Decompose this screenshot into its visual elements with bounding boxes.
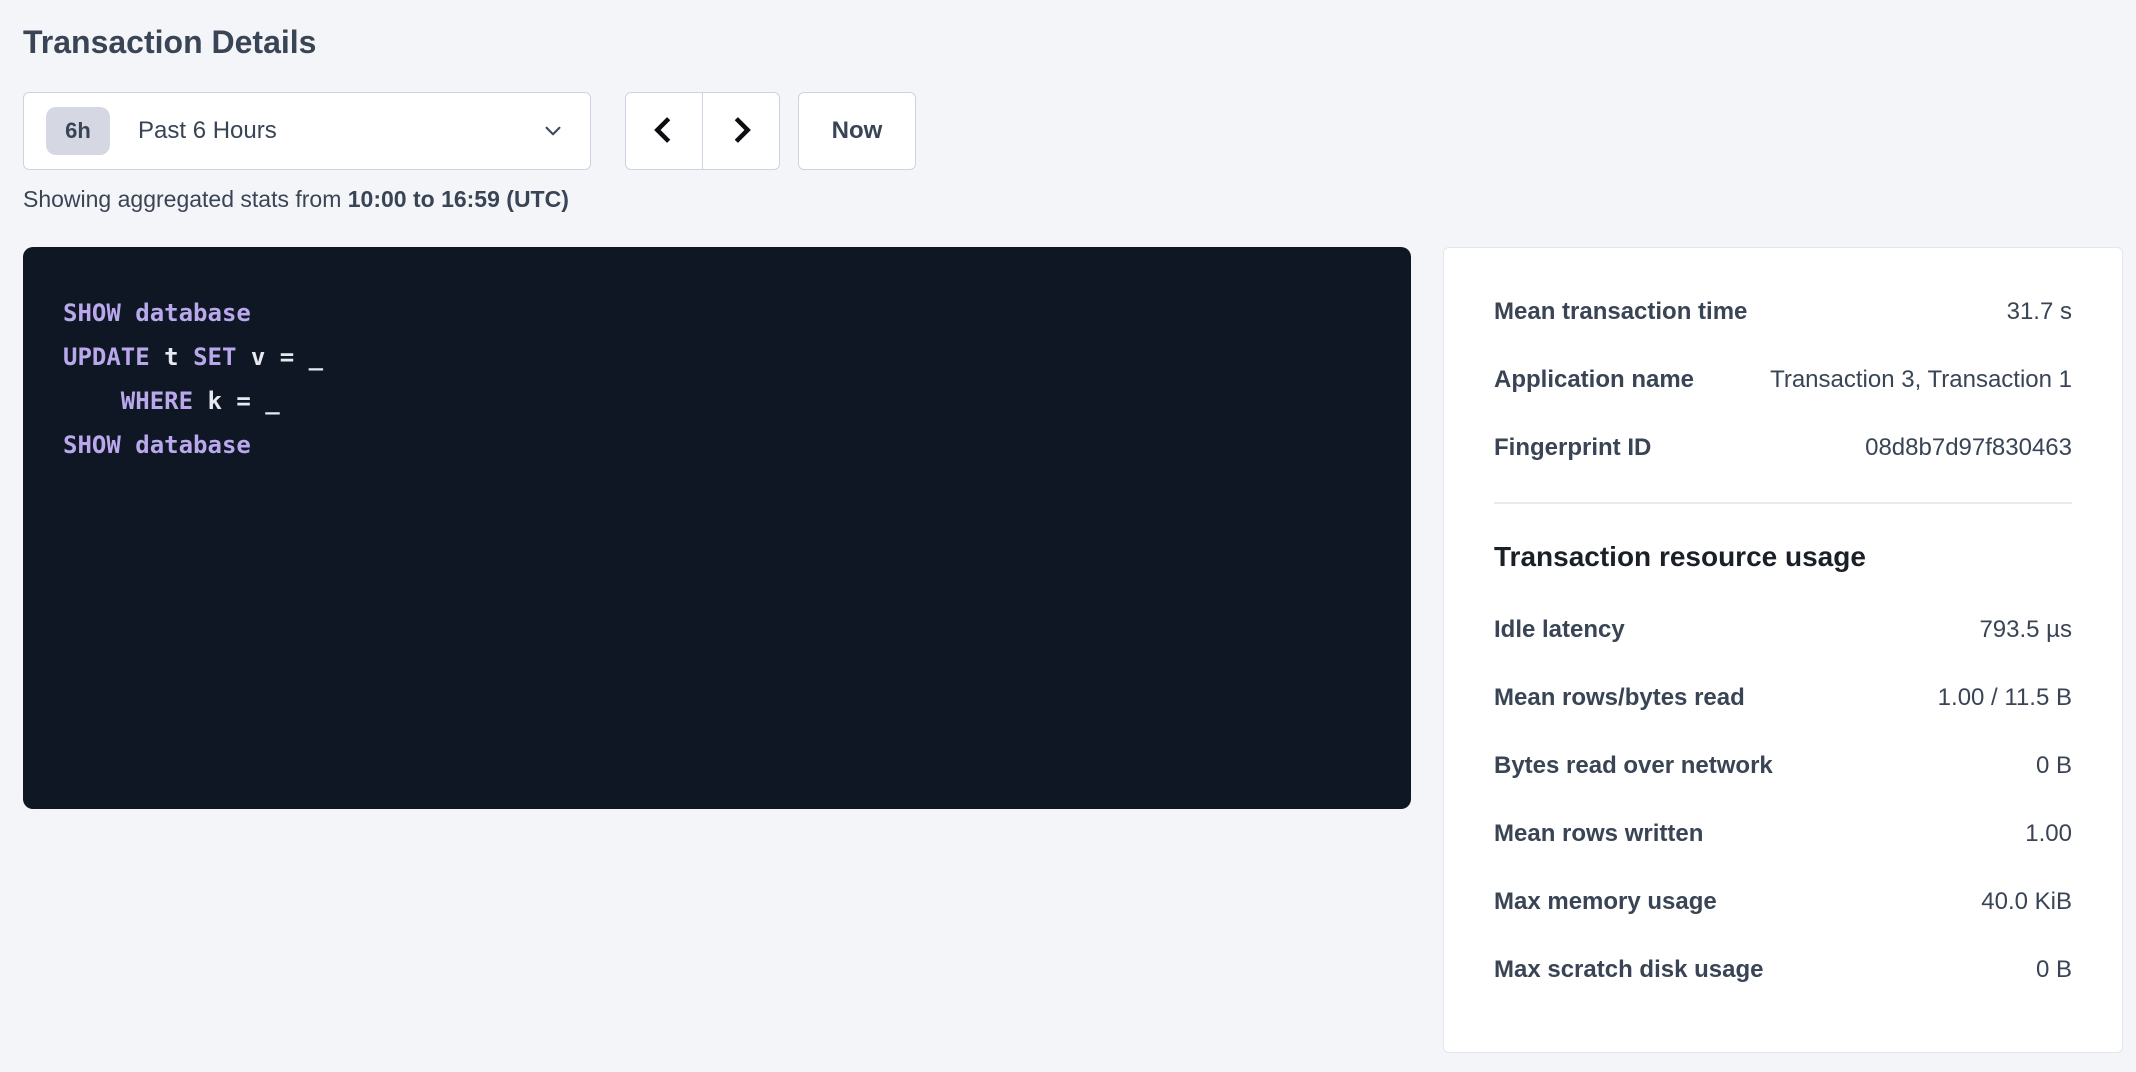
sql-code: SHOW databaseUPDATE t SET v = _ WHERE k … — [23, 247, 1411, 809]
stat-value: Transaction 3, Transaction 1 — [1770, 366, 2072, 394]
stat-label: Idle latency — [1494, 616, 1645, 644]
sql-line: SHOW database — [63, 423, 1371, 467]
time-range-label: Past 6 Hours — [138, 117, 277, 145]
stat-value: 1.00 / 11.5 B — [1938, 684, 2072, 712]
sql-keyword: WHERE — [121, 387, 193, 415]
sql-keyword: UPDATE — [63, 343, 150, 371]
stat-row: Mean transaction time 31.7 s — [1494, 298, 2072, 326]
stat-row: Bytes read over network 0 B — [1494, 752, 2072, 780]
stat-label: Mean rows/bytes read — [1494, 684, 1765, 712]
sql-keyword: SHOW — [63, 299, 121, 327]
chevron-left-icon — [648, 113, 680, 150]
stat-label: Bytes read over network — [1494, 752, 1793, 780]
resource-stats-section: Idle latency 793.5 µs Mean rows/bytes read… — [1494, 616, 2072, 984]
sql-line: WHERE k = _ — [63, 379, 1371, 423]
time-window-pager — [625, 92, 780, 170]
stat-label: Max scratch disk usage — [1494, 956, 1783, 984]
stat-row: Fingerprint ID 08d8b7d97f830463 — [1494, 434, 2072, 462]
sql-keyword: database — [135, 299, 251, 327]
time-range-badge: 6h — [46, 107, 110, 155]
stat-value: 1.00 — [2025, 820, 2072, 848]
stat-value: 40.0 KiB — [1981, 888, 2072, 916]
sql-text: v = _ — [236, 343, 323, 371]
stat-value: 31.7 s — [2007, 298, 2072, 326]
previous-time-window-button[interactable] — [625, 92, 703, 170]
sql-line: SHOW database — [63, 291, 1371, 335]
time-controls: 6h Past 6 Hours — [23, 92, 2123, 170]
chevron-down-icon — [542, 120, 564, 142]
stat-row: Mean rows/bytes read 1.00 / 11.5 B — [1494, 684, 2072, 712]
stat-label: Mean transaction time — [1494, 298, 1767, 326]
page-title: Transaction Details — [23, 20, 2123, 64]
stat-row: Mean rows written 1.00 — [1494, 820, 2072, 848]
sql-text: t — [150, 343, 193, 371]
stat-row: Application name Transaction 3, Transacti… — [1494, 366, 2072, 394]
top-stats-section: Mean transaction time 31.7 s Application n… — [1494, 298, 2072, 462]
aggregation-range-value: 10:00 to 16:59 (UTC) — [348, 186, 569, 212]
stat-value: 08d8b7d97f830463 — [1865, 434, 2072, 462]
sql-text — [63, 387, 121, 415]
stat-value: 793.5 µs — [1979, 616, 2072, 644]
aggregation-range-text: Showing aggregated stats from 10:00 to 1… — [23, 184, 2123, 214]
stat-label: Mean rows written — [1494, 820, 1723, 848]
stat-label: Fingerprint ID — [1494, 434, 1671, 462]
card-divider — [1494, 502, 2072, 504]
stat-value: 0 B — [2036, 752, 2072, 780]
sql-text: k = _ — [193, 387, 280, 415]
sql-line: UPDATE t SET v = _ — [63, 335, 1371, 379]
sql-keyword: database — [135, 431, 251, 459]
transaction-details-page: Transaction Details 6h Past 6 Hours — [0, 0, 2136, 1053]
stat-value: 0 B — [2036, 956, 2072, 984]
next-time-window-button[interactable] — [702, 92, 780, 170]
stat-row: Max memory usage 40.0 KiB — [1494, 888, 2072, 916]
sql-keyword: SHOW — [63, 431, 121, 459]
now-button[interactable]: Now — [798, 92, 916, 170]
stat-label: Application name — [1494, 366, 1714, 394]
chevron-right-icon — [725, 113, 757, 150]
aggregation-range-prefix: Showing aggregated stats from — [23, 186, 348, 212]
time-range-dropdown[interactable]: 6h Past 6 Hours — [23, 92, 591, 170]
resource-usage-heading: Transaction resource usage — [1494, 540, 2072, 574]
stat-label: Max memory usage — [1494, 888, 1737, 916]
sql-text — [121, 299, 135, 327]
stat-row: Idle latency 793.5 µs — [1494, 616, 2072, 644]
sql-keyword: SET — [193, 343, 236, 371]
details-content: SHOW databaseUPDATE t SET v = _ WHERE k … — [23, 247, 2123, 1053]
transaction-summary-card: Mean transaction time 31.7 s Application n… — [1443, 247, 2123, 1053]
sql-text — [121, 431, 135, 459]
stat-row: Max scratch disk usage 0 B — [1494, 956, 2072, 984]
